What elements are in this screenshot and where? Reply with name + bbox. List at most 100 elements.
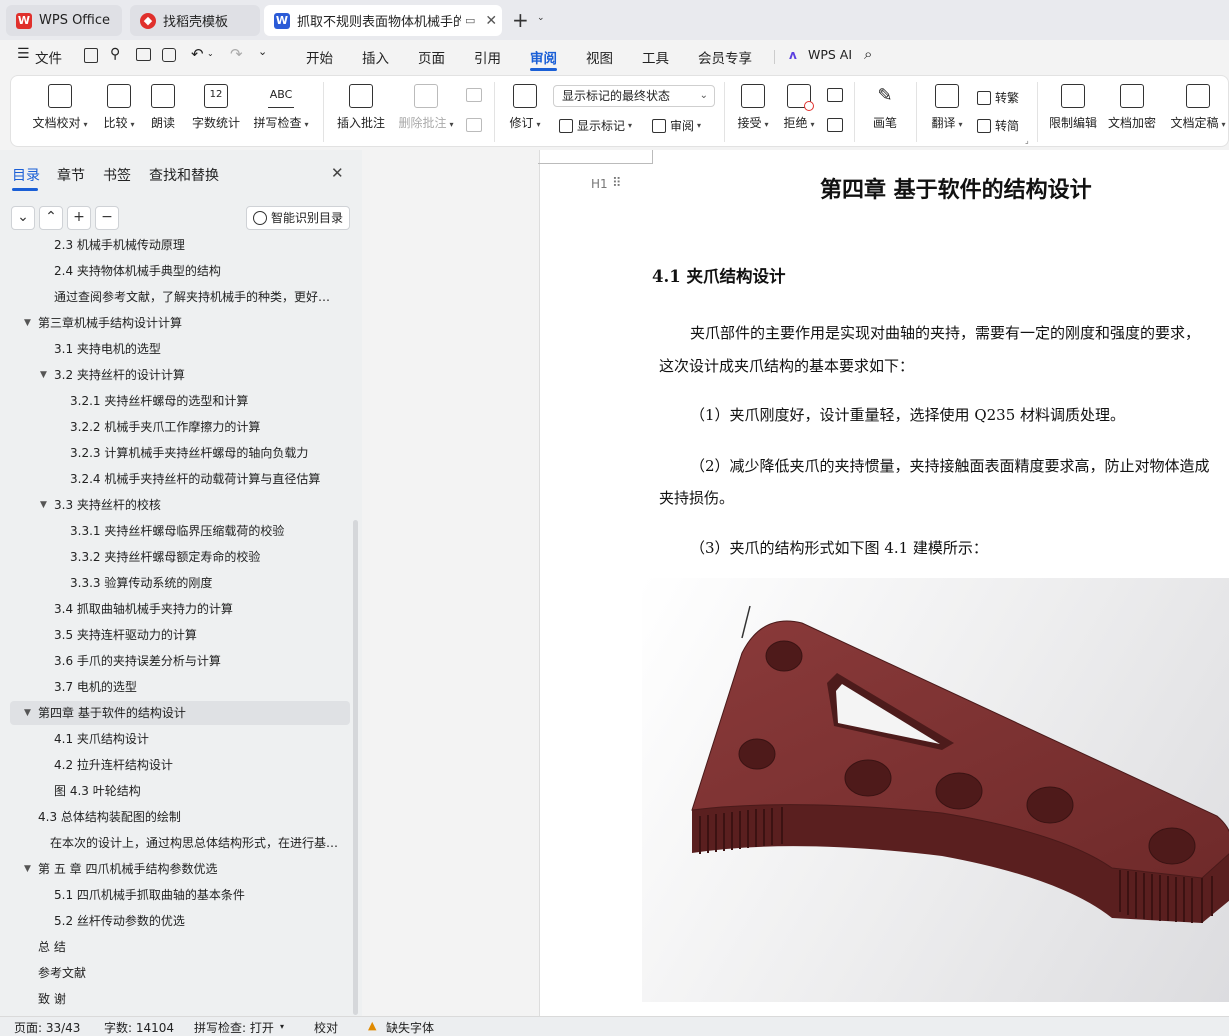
read-aloud-button[interactable]: 朗读 — [147, 84, 179, 131]
toc-item[interactable]: 3.4 抓取曲轴机械手夹持力的计算 — [10, 597, 350, 621]
wps-ai-button[interactable]: WPS AI — [808, 47, 852, 62]
close-pane-icon[interactable]: ✕ — [331, 164, 344, 182]
tab-bookmarks[interactable]: 书签 — [103, 165, 131, 185]
collapse-all-button[interactable]: ⌄ — [11, 206, 35, 230]
pen-button[interactable]: ✎ 画笔 — [867, 84, 903, 131]
prev-revision-icon[interactable] — [827, 88, 843, 102]
missing-font-status[interactable]: 缺失字体 — [386, 1019, 434, 1036]
toc-item[interactable]: 图 4.3 叶轮结构 — [10, 779, 350, 803]
toc-item[interactable]: ▼ 第 五 章 四爪机械手结构参数优选 — [10, 857, 350, 881]
file-menu[interactable]: 文件 — [35, 47, 62, 67]
toc-item[interactable]: 4.2 拉升连杆结构设计 — [10, 753, 350, 777]
translate-button[interactable]: 翻译 ▾ — [927, 84, 967, 131]
save-icon[interactable] — [84, 48, 98, 63]
toc-item[interactable]: 4.1 夹爪结构设计 — [10, 727, 350, 751]
menu-member[interactable]: 会员专享 — [698, 47, 752, 67]
toc-item[interactable]: ▼ 第四章 基于软件的结构设计 — [10, 701, 350, 725]
document-page[interactable]: H1 ⠿ 第四章 基于软件的结构设计 4.1 夹爪结构设计 夹爪部件的主要作用是… — [538, 150, 1229, 1016]
proofread-status[interactable]: 校对 — [314, 1019, 338, 1036]
chevron-down-icon[interactable]: ▾ — [280, 1022, 284, 1031]
toc-item[interactable]: 通过查阅参考文献，了解夹持机械手的种类，更好的对夹持机械手进行设计… — [10, 285, 350, 309]
drag-handle-icon[interactable]: ⠿ — [612, 176, 622, 191]
menu-review[interactable]: 审阅 — [530, 47, 557, 67]
review-pane-button[interactable]: 审阅 ▾ — [652, 117, 701, 134]
to-simplified-button[interactable]: 转简 — [977, 117, 1019, 134]
expand-group-icon[interactable]: ⌟ — [1025, 136, 1029, 145]
expand-arrow-icon[interactable]: ▼ — [40, 363, 47, 387]
expand-arrow-icon[interactable]: ▼ — [24, 857, 31, 881]
menu-page[interactable]: 页面 — [418, 47, 445, 67]
toc-item[interactable]: 5.1 四爪机械手抓取曲轴的基本条件 — [10, 883, 350, 907]
toc-item[interactable]: 3.3.2 夹持丝杆螺母额定寿命的校验 — [10, 545, 350, 569]
toc-item[interactable]: 3.2.1 夹持丝杆螺母的选型和计算 — [10, 389, 350, 413]
toc-item[interactable]: 致 谢 — [10, 987, 350, 1011]
share-icon[interactable]: ⚲ — [110, 46, 120, 62]
print-preview-icon[interactable] — [162, 48, 176, 62]
tab-wps-office[interactable]: W WPS Office — [6, 5, 122, 36]
print-icon[interactable] — [136, 48, 151, 61]
toc-item[interactable]: ▼ 3.3 夹持丝杆的校核 — [10, 493, 350, 517]
menu-insert[interactable]: 插入 — [362, 47, 389, 67]
to-traditional-button[interactable]: 转繁 — [977, 89, 1019, 106]
spell-check-button[interactable]: ABC 拼写检查 ▾ — [251, 84, 311, 131]
restrict-edit-button[interactable]: 限制编辑 — [1047, 84, 1099, 131]
undo-chevron-icon[interactable]: ⌄ — [207, 49, 214, 58]
toc-item[interactable]: 总 结 — [10, 935, 350, 959]
tab-chapters[interactable]: 章节 — [57, 165, 85, 185]
menu-references[interactable]: 引用 — [474, 47, 501, 67]
toc-item[interactable]: 参考文献 — [10, 961, 350, 985]
markup-mode-select[interactable]: 显示标记的最终状态 ⌄ — [553, 85, 715, 107]
toc-item[interactable]: 3.6 手爪的夹持误差分析与计算 — [10, 649, 350, 673]
new-tab-icon[interactable]: + — [512, 8, 529, 32]
doc-check-button[interactable]: 文档校对 ▾ — [29, 84, 91, 131]
menu-home[interactable]: 开始 — [306, 47, 333, 67]
toc-scrollbar[interactable] — [353, 520, 358, 1015]
screen-icon[interactable]: ▭ — [465, 14, 475, 27]
toc-item[interactable]: 3.1 夹持电机的选型 — [10, 337, 350, 361]
menu-view[interactable]: 视图 — [586, 47, 613, 67]
compare-button[interactable]: 比较 ▾ — [97, 84, 141, 131]
tab-list-chevron-icon[interactable]: ⌄ — [537, 13, 545, 23]
remove-heading-button[interactable]: − — [95, 206, 119, 230]
toc-item[interactable]: ▼ 3.2 夹持丝杆的设计计算 — [10, 363, 350, 387]
tab-toc[interactable]: 目录 — [12, 165, 40, 185]
close-tab-icon[interactable]: ✕ — [485, 13, 497, 29]
page-indicator[interactable]: 页面: 33/43 — [14, 1019, 80, 1036]
encrypt-button[interactable]: 文档加密 — [1107, 84, 1157, 131]
toc-item[interactable]: 3.2.4 机械手夹持丝杆的动载荷计算与直径估算 — [10, 467, 350, 491]
accept-button[interactable]: 接受 ▾ — [735, 84, 771, 131]
finalize-button[interactable]: 文档定稿 ▾ — [1167, 84, 1229, 131]
toc-item[interactable]: 3.3.3 验算传动系统的刚度 — [10, 571, 350, 595]
show-markup-button[interactable]: 显示标记 ▾ — [559, 117, 632, 134]
toc-item[interactable]: 2.4 夹持物体机械手典型的结构 — [10, 259, 350, 283]
next-revision-icon[interactable] — [827, 118, 843, 132]
toc-item[interactable]: 5.2 丝杆传动参数的优选 — [10, 909, 350, 933]
toc-item[interactable]: 3.2.3 计算机械手夹持丝杆螺母的轴向负载力 — [10, 441, 350, 465]
word-count-button[interactable]: 12 字数统计 — [189, 84, 243, 131]
toc-item[interactable]: 3.2.2 机械手夹爪工作摩擦力的计算 — [10, 415, 350, 439]
reject-button[interactable]: 拒绝 ▾ — [781, 84, 817, 131]
add-heading-button[interactable]: + — [67, 206, 91, 230]
hamburger-icon[interactable]: ☰ — [17, 46, 30, 62]
toc-item[interactable]: 4.3 总体结构装配图的绘制 — [10, 805, 350, 829]
toc-item[interactable]: 3.3.1 夹持丝杆螺母临界压缩载荷的校验 — [10, 519, 350, 543]
revise-button[interactable]: 修订 ▾ — [505, 84, 545, 131]
search-icon[interactable]: ⌕ — [864, 45, 872, 63]
undo-icon[interactable]: ↶ — [191, 45, 204, 63]
menu-tools[interactable]: 工具 — [642, 47, 669, 67]
tab-current-document[interactable]: W 抓取不规则表面物体机械手的设 ▭ ✕ — [264, 5, 502, 36]
toc-item[interactable]: 2.3 机械手机械传动原理 — [10, 236, 350, 257]
expand-arrow-icon[interactable]: ▼ — [40, 493, 47, 517]
word-count-status[interactable]: 字数: 14104 — [104, 1019, 174, 1036]
smart-toc-button[interactable]: 智能识别目录 — [246, 206, 350, 230]
insert-comment-button[interactable]: 插入批注 — [335, 84, 387, 131]
toc-item[interactable]: 在本次的设计上，通过构思总体结构形式，在进行基本参数设计后，对机械手… — [10, 831, 350, 855]
toc-item[interactable]: 3.7 电机的选型 — [10, 675, 350, 699]
expand-arrow-icon[interactable]: ▼ — [24, 311, 31, 335]
expand-arrow-icon[interactable]: ▼ — [24, 701, 31, 725]
toc-item[interactable]: 3.5 夹持连杆驱动力的计算 — [10, 623, 350, 647]
toc-item[interactable]: ▼ 第三章机械手结构设计计算 — [10, 311, 350, 335]
more-chevron-icon[interactable]: ⌄ — [258, 45, 267, 58]
expand-up-button[interactable]: ⌃ — [39, 206, 63, 230]
tab-docer-templates[interactable]: ◆ 找稻壳模板 — [130, 5, 260, 36]
